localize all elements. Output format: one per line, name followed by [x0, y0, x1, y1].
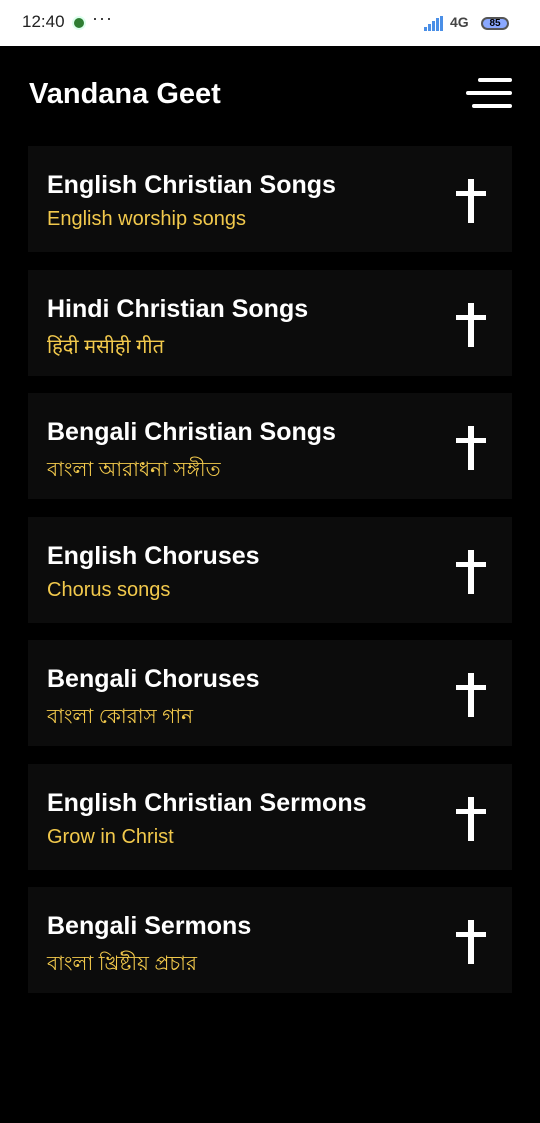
hamburger-menu-icon[interactable]: [466, 78, 512, 112]
cross-icon: [456, 549, 486, 594]
list-item[interactable]: English Christian Sermons Grow in Christ: [28, 763, 512, 870]
list-item[interactable]: Bengali Christian Songs বাংলা আরাধনা সঙ্গ…: [28, 393, 512, 499]
status-more-indicator: ···: [92, 8, 113, 28]
list-item-title: Bengali Christian Songs: [47, 418, 336, 446]
list-item-title: Bengali Sermons: [47, 912, 252, 940]
page-title: Vandana Geet: [29, 78, 221, 110]
list-item-subtitle: English worship songs: [47, 208, 246, 230]
list-item[interactable]: Hindi Christian Songs हिंदी मसीही गीत: [28, 269, 512, 376]
list-item-subtitle: বাংলা আরাধনা সঙ্গীত: [47, 459, 221, 481]
network-type-label: 4G: [450, 14, 469, 30]
list-item-title: English Christian Sermons: [47, 788, 367, 817]
list-item-subtitle: বাংলা কোরাস গান: [47, 706, 194, 728]
signal-strength-icon: [424, 16, 443, 31]
list-item-subtitle: हिंदी मसीही गीत: [47, 335, 165, 358]
list-item-title: English Choruses: [47, 541, 260, 570]
list-item[interactable]: Bengali Sermons বাংলা খ্রিষ্টীয় প্রচার: [28, 887, 512, 993]
notification-dot-icon: [72, 16, 86, 30]
list-item-title: Hindi Christian Songs: [47, 294, 309, 323]
list-item-subtitle: Grow in Christ: [47, 825, 174, 848]
cross-icon: [456, 179, 486, 223]
list-item[interactable]: Bengali Choruses বাংলা কোরাস গান: [28, 640, 512, 746]
list-item-subtitle: Chorus songs: [47, 578, 171, 601]
list-item[interactable]: English Christian Songs English worship s…: [28, 146, 512, 252]
cross-icon: [456, 302, 486, 347]
list-item[interactable]: English Choruses Chorus songs: [28, 516, 512, 623]
status-time: 12:40: [22, 12, 65, 31]
category-list: English Christian Songs English worship s…: [28, 146, 512, 1011]
cross-icon: [456, 796, 486, 841]
status-bar: 12:40 ··· 4G 85: [0, 0, 540, 46]
cross-icon: [456, 426, 486, 470]
list-item-title: English Christian Songs: [47, 171, 336, 199]
list-item-title: Bengali Choruses: [47, 665, 260, 693]
battery-icon: 85: [481, 17, 509, 30]
list-item-subtitle: বাংলা খ্রিষ্টীয় প্রচার: [47, 953, 197, 975]
cross-icon: [456, 673, 486, 717]
cross-icon: [456, 920, 486, 964]
